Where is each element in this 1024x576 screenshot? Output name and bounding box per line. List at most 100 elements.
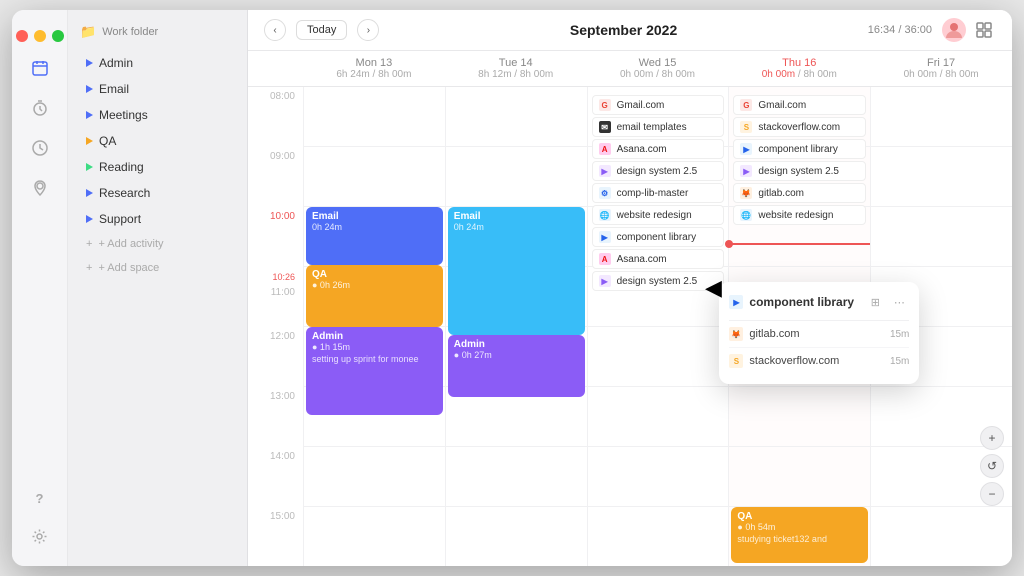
nav-settings[interactable] (22, 518, 58, 554)
time-display: 16:34 / 36:00 (868, 24, 932, 36)
popup-row-gitlab[interactable]: 🦊 gitlab.com 15m (729, 321, 909, 348)
gitlab-icon: 🦊 (729, 327, 743, 341)
task-component-thu[interactable]: ▶ component library (733, 139, 866, 159)
calendar-title: September 2022 (389, 22, 857, 38)
nav-calendar[interactable] (22, 50, 58, 86)
sidebar-item-reading[interactable]: Reading (74, 155, 241, 179)
expand-icon (86, 137, 93, 145)
expand-icon (86, 189, 93, 197)
zoom-out-button[interactable]: − (980, 482, 1004, 506)
popup-edit-button[interactable]: ⊞ (865, 292, 885, 312)
sidebar-item-qa[interactable]: QA (74, 129, 241, 153)
day-col-mon: Email 0h 24m QA ● 0h 26m Admin (303, 87, 445, 566)
task-website-wed[interactable]: 🌐 website redesign (592, 205, 725, 225)
day-col-thu: G Gmail.com S stackoverflow.com ▶ compon… (728, 87, 870, 566)
sidebar-item-meetings[interactable]: Meetings (74, 103, 241, 127)
icon-bar: ? (12, 10, 68, 566)
sidebar-item-support[interactable]: Support (74, 207, 241, 231)
design-icon: ▶ (599, 165, 611, 177)
day-header-mon: Mon 13 6h 24m / 8h 00m (303, 51, 445, 86)
topbar: ‹ Today › September 2022 16:34 / 36:00 (248, 10, 1012, 51)
day-headers: Mon 13 6h 24m / 8h 00m Tue 14 8h 12m / 8… (248, 51, 1012, 87)
sidebar-item-label: Email (99, 82, 129, 96)
sidebar-item-label: QA (99, 134, 116, 148)
wed-tasks: G Gmail.com ✉ email templates A Asana.co… (588, 87, 729, 566)
gmail-icon: G (740, 99, 752, 111)
sidebar-item-research[interactable]: Research (74, 181, 241, 205)
task-email-templates-wed[interactable]: ✉ email templates (592, 117, 725, 137)
popup-more-button[interactable]: ⋯ (889, 292, 909, 312)
task-gmail-thu[interactable]: G Gmail.com (733, 95, 866, 115)
comp-icon: ⚙ (599, 187, 611, 199)
add-icon: + (86, 262, 92, 274)
expand-icon (86, 111, 93, 119)
minimize-button[interactable] (34, 30, 46, 42)
popup-header: ▶ component library ⊞ ⋯ (729, 292, 909, 321)
today-button[interactable]: Today (296, 20, 347, 40)
popup-row-stackoverflow[interactable]: S stackoverflow.com 15m (729, 348, 909, 374)
sidebar-header-label: Work folder (102, 26, 158, 38)
task-website-thu[interactable]: 🌐 website redesign (733, 205, 866, 225)
event-admin-tue[interactable]: Admin ● 0h 27m (448, 335, 585, 397)
task-design-thu[interactable]: ▶ design system 2.5 (733, 161, 866, 181)
task-stackoverflow-thu[interactable]: S stackoverflow.com (733, 117, 866, 137)
task-complibmaster-wed[interactable]: ⚙ comp-lib-master (592, 183, 725, 203)
stackoverflow-icon: S (729, 354, 743, 368)
sidebar-item-admin[interactable]: Admin (74, 51, 241, 75)
day-col-tue: Email 0h 24m Admin ● 0h 27m (445, 87, 587, 566)
task-component-wed[interactable]: ▶ component library (592, 227, 725, 247)
expand-icon (86, 59, 93, 67)
add-activity-button[interactable]: + + Add activity (74, 233, 241, 255)
task-gmail-wed[interactable]: G Gmail.com (592, 95, 725, 115)
sidebar-item-label: Support (99, 212, 141, 226)
asana2-icon: A (599, 253, 611, 265)
calendar-scroll[interactable]: 08:00 09:00 10:00 10:26 11:00 12:00 13:0… (248, 87, 1012, 566)
day-header-fri: Fri 17 0h 00m / 8h 00m (870, 51, 1012, 86)
gitlab-icon: 🦊 (740, 187, 752, 199)
nav-clock[interactable] (22, 130, 58, 166)
task-gitlab-thu[interactable]: 🦊 gitlab.com (733, 183, 866, 203)
add-space-button[interactable]: + + Add space (74, 257, 241, 279)
event-qa-mon[interactable]: QA ● 0h 26m (306, 265, 443, 327)
day-col-wed: G Gmail.com ✉ email templates A Asana.co… (587, 87, 729, 566)
event-email-tue[interactable]: Email 0h 24m (448, 207, 585, 335)
task-popup: ▶ component library ⊞ ⋯ 🦊 gitlab. (719, 282, 919, 384)
add-icon: + (86, 238, 92, 250)
tue-events: Email 0h 24m Admin ● 0h 27m (446, 87, 587, 566)
event-qa-thu[interactable]: QA ● 0h 54m studying ticket132 and (731, 507, 868, 563)
user-avatar[interactable] (942, 18, 966, 42)
component-icon: ▶ (599, 231, 611, 243)
next-button[interactable]: › (357, 19, 379, 41)
task-asana2-wed[interactable]: A Asana.com (592, 249, 725, 269)
event-email-mon[interactable]: Email 0h 24m (306, 207, 443, 265)
zoom-reset-button[interactable]: ↺ (980, 454, 1004, 478)
maximize-button[interactable] (52, 30, 64, 42)
popup-component-icon: ▶ (729, 295, 743, 309)
sidebar: 📁 Work folder Admin Email Meetings QA Re… (68, 10, 248, 566)
grid-view-icon[interactable] (972, 18, 996, 42)
expand-icon (86, 215, 93, 223)
gmail-icon: G (599, 99, 611, 111)
task-design-wed[interactable]: ▶ design system 2.5 (592, 161, 725, 181)
nav-help[interactable]: ? (22, 480, 58, 516)
popup-title: component library (749, 295, 859, 309)
nav-location[interactable] (22, 170, 58, 206)
design2-icon: ▶ (599, 275, 611, 287)
stackoverflow-icon: S (740, 121, 752, 133)
sidebar-item-email[interactable]: Email (74, 77, 241, 101)
thu-events: G Gmail.com S stackoverflow.com ▶ compon… (729, 87, 870, 566)
prev-button[interactable]: ‹ (264, 19, 286, 41)
zoom-controls: + ↺ − (980, 426, 1004, 506)
day-header-tue: Tue 14 8h 12m / 8h 00m (445, 51, 587, 86)
nav-timers[interactable] (22, 90, 58, 126)
sidebar-item-label: Reading (99, 160, 144, 174)
expand-icon (86, 85, 93, 93)
cursor: ▶ (705, 275, 722, 301)
event-admin-mon[interactable]: Admin ● 1h 15m setting up sprint for mon… (306, 327, 443, 415)
expand-icon (86, 163, 93, 171)
close-button[interactable] (16, 30, 28, 42)
task-asana-wed[interactable]: A Asana.com (592, 139, 725, 159)
zoom-in-button[interactable]: + (980, 426, 1004, 450)
main-content: ‹ Today › September 2022 16:34 / 36:00 (248, 10, 1012, 566)
folder-icon: 📁 (80, 24, 96, 40)
